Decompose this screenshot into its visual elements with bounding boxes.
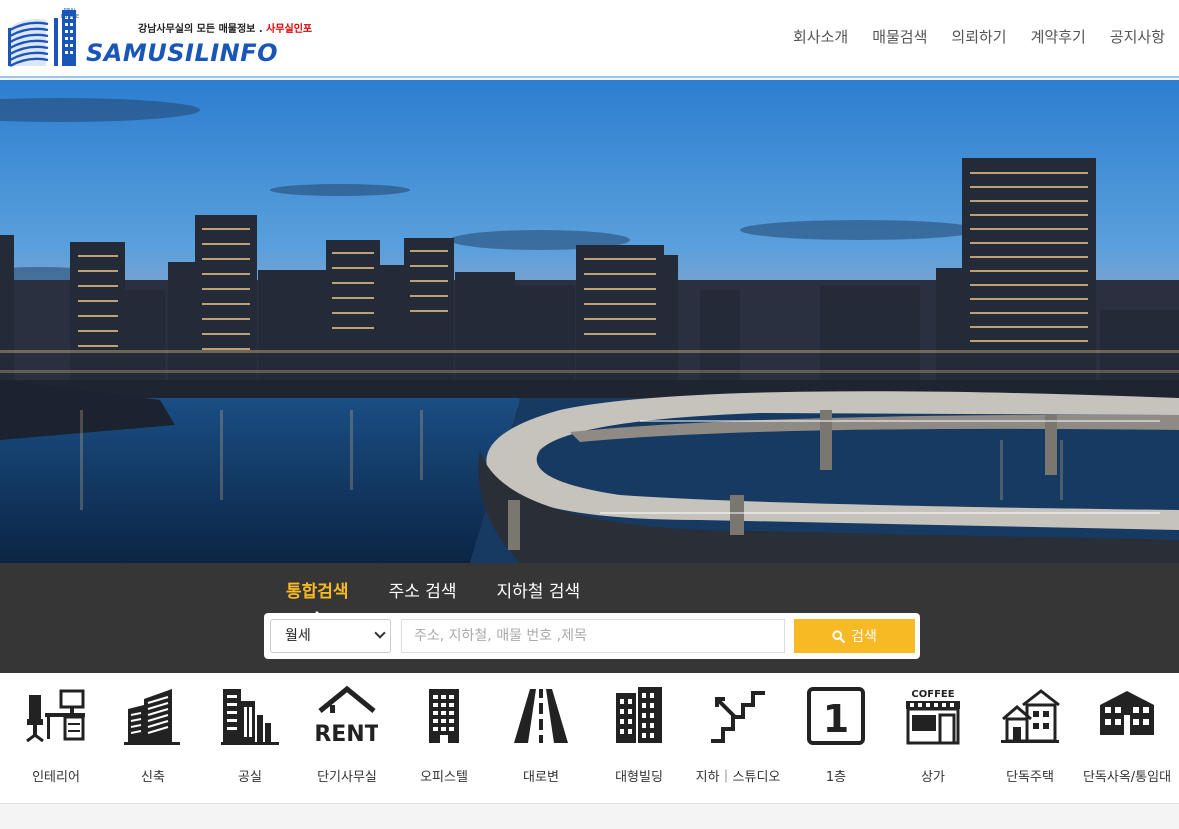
large-building-icon (616, 687, 662, 743)
tab-address-search[interactable]: 주소 검색 (389, 577, 457, 602)
search-button[interactable]: 검색 (794, 619, 915, 653)
stairs-down-icon (711, 691, 765, 743)
new-building-icon (124, 689, 180, 745)
tagline-accent: 사무실인포 (266, 24, 313, 35)
category-bar: 인테리어 신축 공실 RENT 단기사무실 오피스텔 대로변 대형빌딩 지하｜스… (0, 673, 1179, 803)
coffee-shop-icon: COFFEE (906, 689, 960, 745)
category-interior[interactable]: 인테리어 (7, 685, 105, 795)
svg-text:COFFEE: COFFEE (911, 689, 954, 700)
search-box: 월세 검색 (264, 613, 920, 659)
category-store[interactable]: COFFEE 상가 (884, 685, 982, 795)
category-new-building[interactable]: 신축 (104, 685, 202, 795)
category-large-building[interactable]: 대형빌딩 (590, 685, 688, 795)
deal-type-select[interactable]: 월세 (270, 619, 391, 653)
nav-request[interactable]: 의뢰하기 (951, 26, 1006, 47)
whole-building-icon (1100, 691, 1154, 735)
tab-subway-search[interactable]: 지하철 검색 (497, 577, 581, 602)
hero-city-image (0, 80, 1179, 563)
category-label: 인테리어 (32, 770, 80, 785)
road-icon (514, 689, 568, 743)
site-header: REAL ESTATE 강남사무실의 모든 매물정보 . 사무실인포 SAMUS… (0, 0, 1179, 78)
first-floor-icon: 1 (807, 687, 865, 745)
tagline-main: 강남사무실의 모든 매물정보 . (138, 24, 267, 35)
deal-type-value: 월세 (285, 628, 311, 644)
nav-listing-search[interactable]: 매물검색 (872, 26, 927, 47)
search-icon (832, 629, 846, 643)
category-first-floor[interactable]: 1 1층 (787, 685, 885, 795)
category-label: 신축 (141, 770, 165, 785)
category-label: 대형빌딩 (615, 770, 663, 785)
category-whole-building[interactable]: 단독사옥/통임대 (1078, 685, 1176, 795)
nav-notice[interactable]: 공지사항 (1110, 26, 1165, 47)
house-icon (1001, 689, 1060, 743)
category-label: 단독주택 (1006, 770, 1054, 785)
main-nav: 회사소개 매물검색 의뢰하기 계약후기 공지사항 (793, 26, 1165, 47)
category-label: 대로변 (523, 770, 559, 785)
rent-house-icon: RENT (316, 685, 378, 747)
chevron-down-icon (374, 627, 386, 639)
office-desk-icon (26, 689, 85, 743)
category-label: 단기사무실 (317, 770, 377, 785)
category-label: 단독사옥/통임대 (1082, 770, 1172, 785)
category-label: 공실 (238, 770, 262, 785)
site-tagline: 강남사무실의 모든 매물정보 . 사무실인포 (138, 20, 312, 35)
vacant-building-icon (221, 689, 279, 745)
category-short-term-office[interactable]: RENT 단기사무실 (298, 685, 396, 795)
category-label: 상가 (921, 770, 945, 785)
category-officetel[interactable]: 오피스텔 (395, 685, 493, 795)
category-label: 지하｜스튜디오 (695, 770, 781, 785)
category-detached-house[interactable]: 단독주택 (981, 685, 1079, 795)
logo-small-text: REAL ESTATE (60, 8, 80, 20)
search-panel: 통합검색 주소 검색 지하철 검색 월세 검색 (0, 563, 1179, 673)
brand-name[interactable]: SAMUSILINFO (86, 39, 278, 67)
search-tabs: 통합검색 주소 검색 지하철 검색 (286, 577, 581, 620)
tab-integrated-search[interactable]: 통합검색 (286, 577, 349, 620)
search-button-label: 검색 (851, 629, 877, 645)
nav-company[interactable]: 회사소개 (793, 26, 848, 47)
category-label: 1층 (825, 770, 847, 785)
officetel-icon (429, 689, 459, 743)
search-input[interactable] (401, 619, 785, 653)
svg-text:1: 1 (823, 697, 849, 741)
svg-text:RENT: RENT (316, 722, 378, 747)
category-basement-studio[interactable]: 지하｜스튜디오 (689, 685, 787, 795)
category-roadside[interactable]: 대로변 (492, 685, 590, 795)
category-vacant[interactable]: 공실 (201, 685, 299, 795)
category-label: 오피스텔 (420, 770, 468, 785)
nav-reviews[interactable]: 계약후기 (1031, 26, 1086, 47)
page-bottom-strip (0, 803, 1179, 829)
